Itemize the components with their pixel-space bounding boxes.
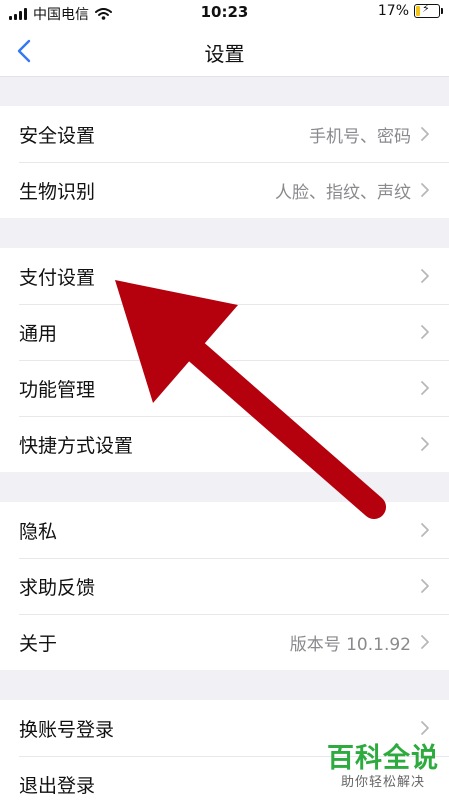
shortcut-settings-row[interactable]: 快捷方式设置 xyxy=(0,416,449,472)
page-title: 设置 xyxy=(204,42,245,66)
row-label: 安全设置 xyxy=(19,124,96,147)
settings-group-session: 换账号登录 退出登录 xyxy=(0,700,449,812)
row-label: 关于 xyxy=(19,632,58,655)
settings-group-general: 支付设置 通用 功能管理 快捷方式设置 xyxy=(0,248,449,472)
switch-account-row[interactable]: 换账号登录 xyxy=(0,700,449,756)
general-row[interactable]: 通用 xyxy=(0,304,449,360)
battery-percent: 17% xyxy=(377,3,409,19)
help-feedback-row[interactable]: 求助反馈 xyxy=(0,558,449,614)
about-row[interactable]: 关于 版本号 10.1.92 xyxy=(0,614,449,670)
chevron-right-icon xyxy=(421,579,429,593)
logout-row[interactable]: 退出登录 xyxy=(0,756,449,812)
row-label: 换账号登录 xyxy=(19,718,115,741)
row-label: 退出登录 xyxy=(19,774,96,797)
battery-icon: ⚡ xyxy=(414,2,443,18)
biometrics-row[interactable]: 生物识别 人脸、指纹、声纹 xyxy=(0,162,449,218)
row-value: 手机号、密码 xyxy=(309,126,411,147)
navigation-bar: 设置 xyxy=(0,26,449,77)
row-label: 通用 xyxy=(19,322,58,345)
row-label: 求助反馈 xyxy=(19,576,96,599)
chevron-right-icon xyxy=(421,523,429,537)
row-label: 生物识别 xyxy=(19,180,96,203)
version-value: 版本号 10.1.92 xyxy=(289,634,411,655)
chevron-right-icon xyxy=(421,635,429,649)
feature-management-row[interactable]: 功能管理 xyxy=(0,360,449,416)
privacy-row[interactable]: 隐私 xyxy=(0,502,449,558)
chevron-right-icon xyxy=(421,381,429,395)
chevron-right-icon xyxy=(421,183,429,197)
settings-group-support: 隐私 求助反馈 关于 版本号 10.1.92 xyxy=(0,502,449,670)
row-label: 功能管理 xyxy=(19,378,96,401)
settings-group-account: 安全设置 手机号、密码 生物识别 人脸、指纹、声纹 xyxy=(0,106,449,218)
chevron-right-icon xyxy=(421,325,429,339)
row-label: 隐私 xyxy=(19,520,58,543)
chevron-right-icon xyxy=(421,721,429,735)
chevron-right-icon xyxy=(421,269,429,283)
row-label: 快捷方式设置 xyxy=(19,434,134,457)
row-value: 人脸、指纹、声纹 xyxy=(275,182,411,203)
chevron-right-icon xyxy=(421,437,429,451)
status-bar: 中国电信 10:23 17% ⚡ xyxy=(0,0,449,26)
row-label: 支付设置 xyxy=(19,266,96,289)
payment-settings-row[interactable]: 支付设置 xyxy=(0,248,449,304)
chevron-right-icon xyxy=(421,127,429,141)
security-settings-row[interactable]: 安全设置 手机号、密码 xyxy=(0,106,449,162)
